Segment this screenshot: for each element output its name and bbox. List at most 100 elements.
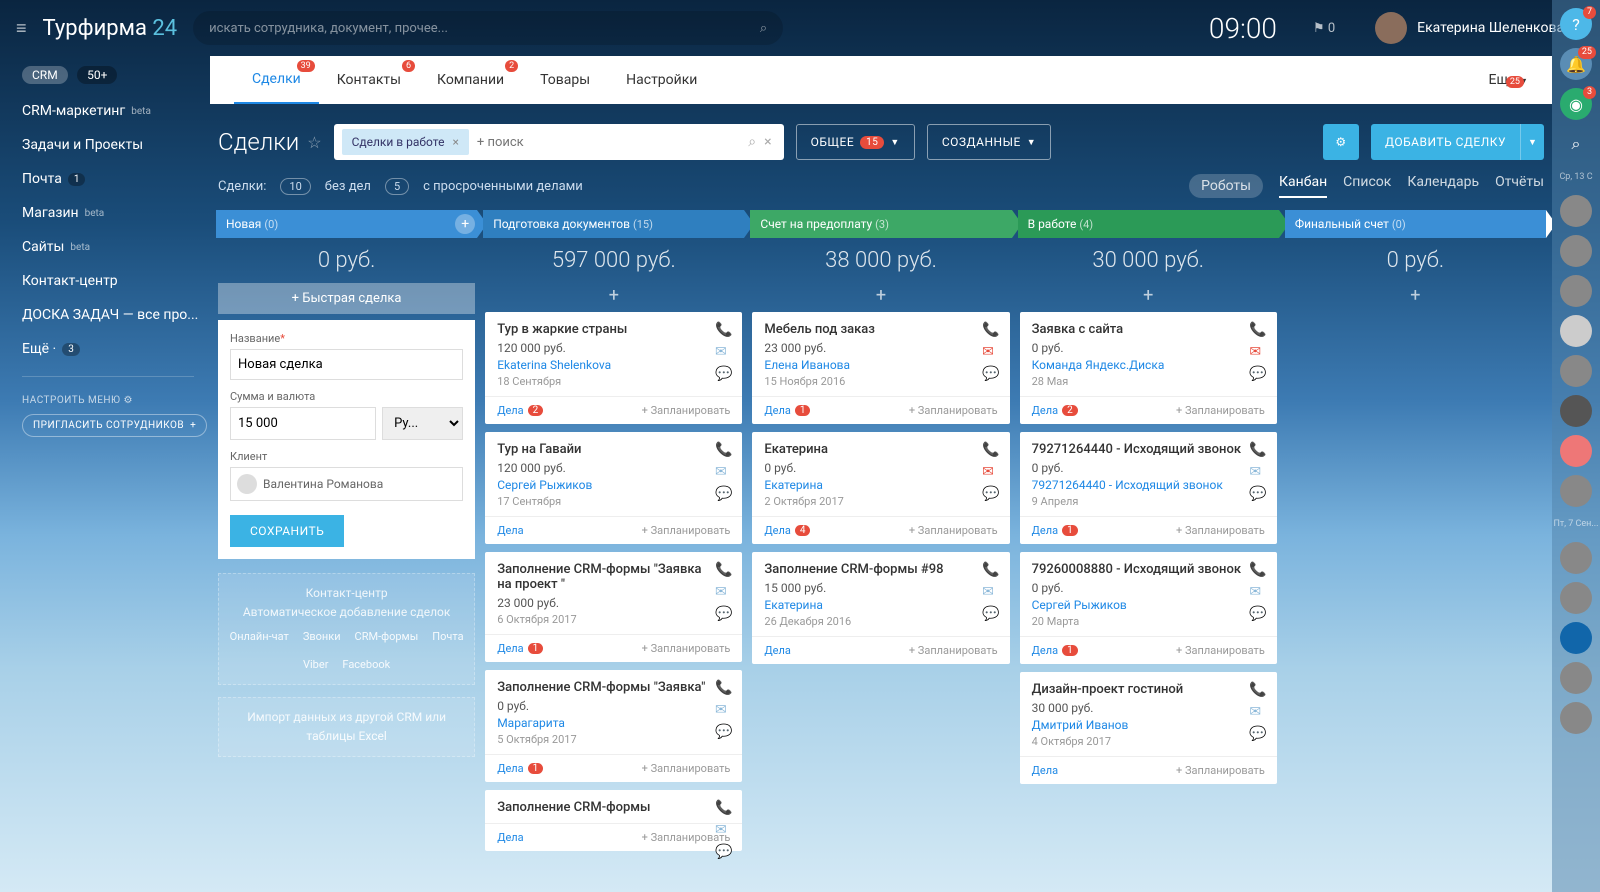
plan-link[interactable]: + Запланировать [909, 524, 998, 537]
global-search[interactable]: ⌕ [193, 11, 783, 45]
search-icon[interactable]: ⌕ [760, 21, 767, 36]
phone-icon[interactable]: 📞 [1249, 682, 1266, 698]
created-button[interactable]: СОЗДАННЫЕ▼ [927, 124, 1051, 160]
sidebar-item[interactable]: CRM-маркетингbeta [22, 94, 210, 128]
tab[interactable]: Контакты6 [319, 56, 419, 104]
currency-select[interactable]: Ру... [382, 407, 463, 440]
dela-link[interactable]: Дела [497, 831, 523, 844]
phone-icon[interactable]: 📞 [1249, 562, 1266, 578]
plan-link[interactable]: + Запланировать [1176, 524, 1265, 537]
dela-link[interactable]: Дела 1 [497, 642, 543, 655]
column-header[interactable]: Подготовка документов(15) [483, 210, 744, 238]
rail-avatar[interactable] [1560, 315, 1592, 347]
chat-icon[interactable]: 💬 [715, 844, 732, 859]
deal-card[interactable]: Заполнение CRM-формы 📞 ✉ 💬 Дела+ Заплани… [485, 790, 742, 851]
plan-link[interactable]: + Запланировать [909, 404, 998, 417]
mail-icon[interactable]: ✉ [982, 584, 999, 600]
card-contact[interactable]: Марагарита [497, 716, 730, 730]
deal-card[interactable]: Заполнение CRM-формы "Заявка на проект "… [485, 552, 742, 662]
chat-icon[interactable]: 💬 [982, 366, 999, 382]
plan-link[interactable]: + Запланировать [909, 644, 998, 657]
add-card[interactable]: + [483, 283, 744, 312]
plan-link[interactable]: + Запланировать [1176, 644, 1265, 657]
rail-avatar[interactable] [1560, 662, 1592, 694]
deal-card[interactable]: Екатерина 0 руб. Екатерина 2 Октября 201… [752, 432, 1009, 544]
mail-icon[interactable]: ✉ [1249, 464, 1266, 480]
deal-card[interactable]: Заполнение CRM-формы "Заявка" 0 руб. Мар… [485, 670, 742, 782]
chat-icon[interactable]: 💬 [1249, 486, 1266, 502]
search-icon[interactable]: ⌕ [744, 134, 760, 150]
plan-link[interactable]: + Запланировать [642, 524, 731, 537]
dela-link[interactable]: Дела 1 [497, 762, 543, 775]
chip-remove[interactable]: × [452, 135, 458, 149]
plan-link[interactable]: + Запланировать [1176, 404, 1265, 417]
deal-card[interactable]: Тур на Гавайи 120 000 руб. Сергей Рыжико… [485, 432, 742, 544]
link[interactable]: CRM-формы [355, 628, 419, 646]
add-deal-button[interactable]: ДОБАВИТЬ СДЕЛКУ ▼ [1371, 124, 1544, 160]
mail-icon[interactable]: ✉ [715, 344, 732, 360]
column-header[interactable]: В работе(4) [1018, 210, 1279, 238]
view-tab[interactable]: Список [1343, 174, 1391, 198]
tab[interactable]: Сделки39 [234, 56, 319, 104]
bell-icon[interactable]: 🔔25 [1560, 48, 1592, 80]
dela-link[interactable]: Дела [497, 524, 523, 537]
settings-button[interactable]: ⚙ [1323, 124, 1359, 160]
card-contact[interactable]: Ekaterina Shelenkova [497, 358, 730, 372]
card-contact[interactable]: Команда Яндекс.Диска [1032, 358, 1265, 372]
chevron-down-icon[interactable]: ▼ [1520, 124, 1544, 160]
plan-link[interactable]: + Запланировать [642, 762, 731, 775]
dela-link[interactable]: Дела 2 [1032, 404, 1078, 417]
deal-card[interactable]: Тур в жаркие страны 120 000 руб. Ekateri… [485, 312, 742, 424]
filter-bar[interactable]: Сделки в работе× ⌕ × [334, 124, 784, 160]
deal-card[interactable]: Мебель под заказ 23 000 руб. Елена Ивано… [752, 312, 1009, 424]
rail-avatar[interactable] [1560, 582, 1592, 614]
sidebar-item[interactable]: ДОСКА ЗАДАЧ — все про... [22, 298, 210, 332]
filter-chip[interactable]: Сделки в работе× [342, 129, 469, 155]
mail-icon[interactable]: ✉ [1249, 584, 1266, 600]
phone-icon[interactable]: 📞 [715, 680, 732, 696]
configure-menu[interactable]: НАСТРОИТЬ МЕНЮ ⚙ [22, 387, 210, 414]
dela-link[interactable]: Дела [1032, 764, 1058, 777]
add-card[interactable]: + [1018, 283, 1279, 312]
mail-icon[interactable]: ✉ [982, 464, 999, 480]
card-contact[interactable]: Екатерина [764, 478, 997, 492]
phone-icon[interactable]: 📞 [982, 442, 999, 458]
column-header[interactable]: Новая(0) + [216, 210, 477, 238]
tabs-more[interactable]: Еще ▼ 25 [1489, 72, 1528, 88]
link[interactable]: Facebook [342, 656, 390, 674]
rail-avatar[interactable] [1560, 435, 1592, 467]
sidebar-item[interactable]: Контакт-центр [22, 264, 210, 298]
column-header[interactable]: Финальный счет(0) [1285, 210, 1546, 238]
deal-sum-input[interactable] [230, 407, 376, 440]
rail-search-icon[interactable]: ⌕ [1560, 128, 1592, 160]
chat-icon[interactable]: 💬 [982, 606, 999, 622]
filter-input[interactable] [469, 135, 744, 150]
chat-icon[interactable]: 💬 [1249, 366, 1266, 382]
sidebar-item[interactable]: Ещё ·3 [22, 332, 210, 366]
link[interactable]: таблицы Excel [306, 729, 386, 743]
dela-link[interactable]: Дела 1 [1032, 524, 1078, 537]
phone-icon[interactable]: 📞 [1249, 442, 1266, 458]
add-card[interactable]: + [750, 283, 1011, 312]
stat-pill[interactable]: 10 [280, 178, 310, 195]
chat-icon[interactable]: 💬 [982, 486, 999, 502]
sidebar-item[interactable]: Почта1 [22, 162, 210, 196]
dela-link[interactable]: Дела 4 [764, 524, 810, 537]
card-contact[interactable]: Елена Иванова [764, 358, 997, 372]
rail-avatar[interactable] [1560, 275, 1592, 307]
dela-link[interactable]: Дела 2 [497, 404, 543, 417]
stat-pill[interactable]: 5 [385, 178, 409, 195]
plan-link[interactable]: + Запланировать [1176, 764, 1265, 777]
rail-avatar[interactable] [1560, 395, 1592, 427]
plan-link[interactable]: + Запланировать [642, 642, 731, 655]
save-button[interactable]: СОХРАНИТЬ [230, 515, 344, 547]
crm-pill[interactable]: CRM [22, 66, 68, 84]
phone-icon[interactable]: 📞 [982, 562, 999, 578]
invite-button[interactable]: ПРИГЛАСИТЬ СОТРУДНИКОВ + [22, 414, 207, 437]
card-contact[interactable]: Екатерина [764, 598, 997, 612]
view-tab[interactable]: Роботы [1189, 174, 1263, 198]
sidebar-item[interactable]: Задачи и Проекты [22, 128, 210, 162]
chat-icon[interactable]: 💬 [715, 606, 732, 622]
chat-icon[interactable]: 💬 [715, 366, 732, 382]
sidebar-item[interactable]: Магазинbeta [22, 196, 210, 230]
